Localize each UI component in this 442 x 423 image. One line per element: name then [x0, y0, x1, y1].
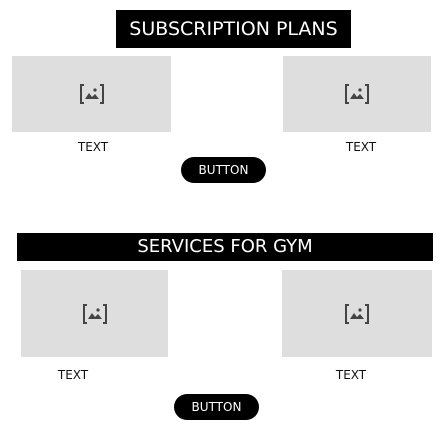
caption-services-left: TEXT: [57, 368, 89, 382]
image-placeholder-services-left: [21, 270, 168, 357]
image-placeholder-icon: [345, 84, 369, 104]
image-placeholder-icon: [79, 84, 104, 104]
caption-services-right: TEXT: [335, 368, 367, 382]
section-title-subscription-plans: SUBSCRIPTION PLANS: [116, 10, 351, 48]
caption-subscription-right: TEXT: [345, 140, 377, 154]
section-title-services-for-gym: SERVICES FOR GYM: [17, 233, 433, 261]
image-placeholder-services-right: [282, 270, 432, 357]
image-placeholder-icon: [82, 303, 107, 324]
subscription-button[interactable]: BUTTON: [181, 157, 266, 183]
caption-subscription-left: TEXT: [77, 140, 109, 154]
image-placeholder-subscription-left: [12, 56, 171, 132]
services-button[interactable]: BUTTON: [174, 394, 259, 420]
image-placeholder-icon: [345, 303, 369, 324]
image-placeholder-subscription-right: [283, 56, 431, 132]
